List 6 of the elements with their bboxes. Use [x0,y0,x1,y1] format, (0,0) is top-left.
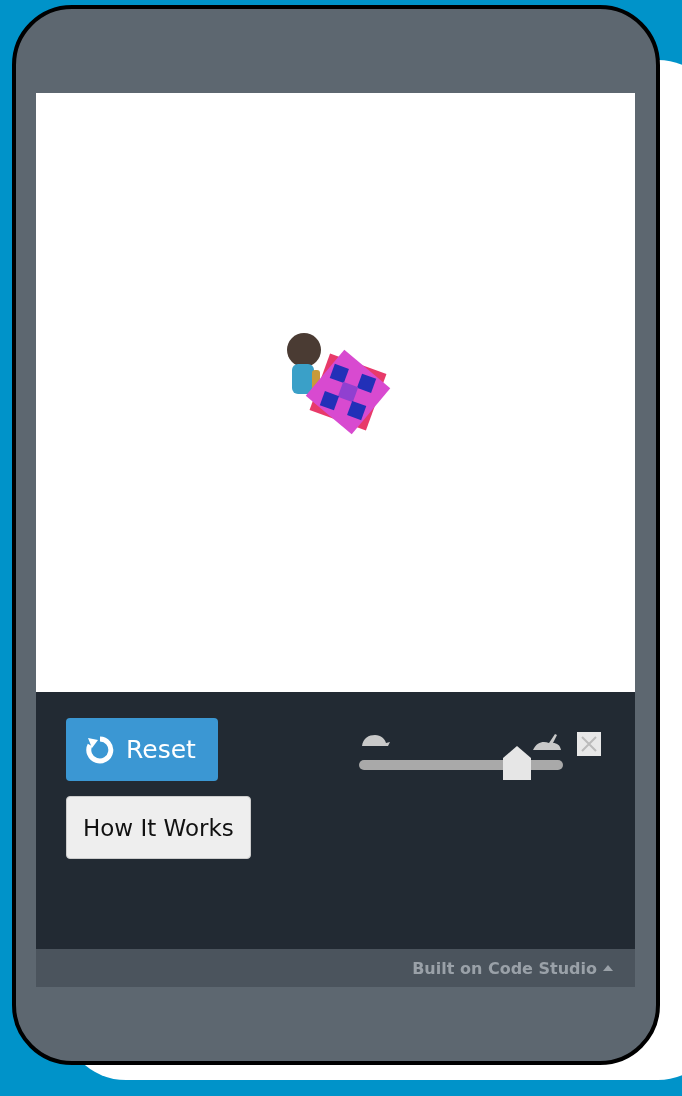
caret-icon [603,965,613,971]
footer-link[interactable]: Built on Code Studio [412,958,597,978]
slider-thumb[interactable] [503,746,532,780]
how-it-works-button[interactable]: How It Works [66,796,251,859]
reset-button[interactable]: Reset [66,718,218,781]
speed-slider[interactable] [359,746,563,780]
